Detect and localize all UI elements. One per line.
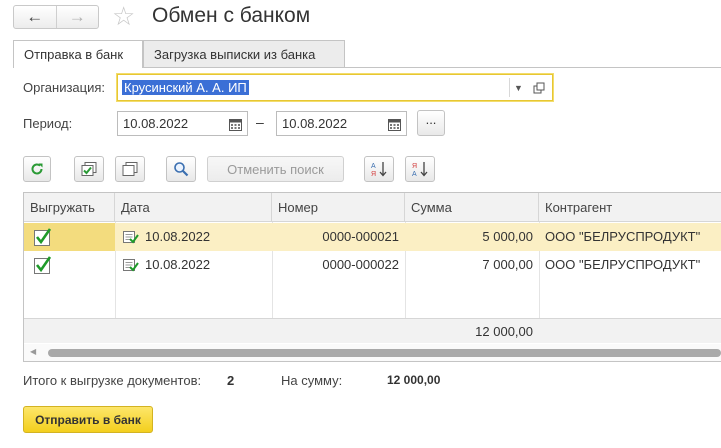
export-cell[interactable] xyxy=(24,251,115,279)
table-header: Выгружать Дата Номер Сумма Контрагент xyxy=(24,193,721,222)
check-all-icon xyxy=(81,162,97,176)
total-sum-label: На сумму: xyxy=(281,373,343,388)
date-cell: 10.08.2022 xyxy=(145,257,211,272)
scrollbar-thumb[interactable] xyxy=(48,349,721,357)
send-to-bank-button[interactable]: Отправить в банк xyxy=(23,406,153,433)
arrow-left-icon: ← xyxy=(26,7,44,26)
organization-value[interactable]: Крусинский А. А. ИП xyxy=(122,80,249,95)
calendar-icon[interactable] xyxy=(385,115,403,133)
refresh-button[interactable] xyxy=(23,156,51,182)
search-icon xyxy=(174,162,189,177)
choose-period-button[interactable]: ... xyxy=(417,110,445,136)
svg-text:Я: Я xyxy=(371,171,376,178)
calendar-icon[interactable] xyxy=(226,115,244,133)
number-cell: 0000-000021 xyxy=(322,229,399,244)
number-cell: 0000-000022 xyxy=(322,257,399,272)
column-header-counterparty[interactable]: Контрагент xyxy=(539,193,721,222)
scroll-left-icon[interactable]: ◀ xyxy=(30,347,36,356)
date-to-field[interactable]: 10.08.2022 xyxy=(276,111,407,136)
svg-text:Я: Я xyxy=(412,163,417,170)
organization-label: Организация: xyxy=(23,80,106,95)
footer-total-amount: 12 000,00 xyxy=(475,324,533,339)
page-title: Обмен с банком xyxy=(152,4,311,27)
dropdown-arrow-icon[interactable]: ▼ xyxy=(509,78,527,97)
refresh-icon xyxy=(31,163,43,175)
date-from-value: 10.08.2022 xyxy=(123,116,189,131)
document-posted-icon xyxy=(123,231,139,244)
counterparty-cell: ООО "БЕЛРУСПРОДУКТ" xyxy=(545,257,701,272)
documents-table[interactable]: Выгружать Дата Номер Сумма Контрагент 10… xyxy=(23,192,721,362)
export-cell[interactable] xyxy=(24,223,115,251)
sort-ascending-button[interactable]: А Я xyxy=(364,156,394,182)
amount-cell: 5 000,00 xyxy=(482,229,533,244)
table-footer: 12 000,00 xyxy=(24,318,721,343)
tab-load-statement[interactable]: Загрузка выписки из банка xyxy=(143,40,345,67)
total-sum-value: 12 000,00 xyxy=(387,373,441,387)
table-row[interactable]: 10.08.2022 0000-000021 5 000,00 ООО "БЕЛ… xyxy=(24,223,721,251)
date-from-field[interactable]: 10.08.2022 xyxy=(117,111,248,136)
cancel-search-button[interactable]: Отменить поиск xyxy=(207,156,344,182)
total-count-label: Итого к выгрузке документов: xyxy=(23,373,202,388)
amount-cell: 7 000,00 xyxy=(482,257,533,272)
date-range-separator: – xyxy=(256,114,264,130)
sort-ascending-icon: А Я xyxy=(371,162,387,178)
column-header-export[interactable]: Выгружать xyxy=(24,193,115,222)
date-cell: 10.08.2022 xyxy=(145,229,211,244)
organization-field[interactable]: Крусинский А. А. ИП ▼ xyxy=(117,74,553,101)
checkbox-checked-icon[interactable] xyxy=(33,255,53,275)
counterparty-cell: ООО "БЕЛРУСПРОДУКТ" xyxy=(545,229,701,244)
history-nav: ← → xyxy=(13,5,99,29)
horizontal-scrollbar[interactable]: ◀ xyxy=(24,344,721,361)
checkbox-checked-icon[interactable] xyxy=(33,227,53,247)
table-row[interactable]: 10.08.2022 0000-000022 7 000,00 ООО "БЕЛ… xyxy=(24,251,721,279)
forward-button[interactable]: → xyxy=(55,6,99,28)
period-label: Период: xyxy=(23,116,73,131)
favorite-star-icon[interactable]: ☆ xyxy=(112,1,135,31)
search-button[interactable] xyxy=(166,156,196,182)
total-count-value: 2 xyxy=(227,373,235,388)
column-header-number[interactable]: Номер xyxy=(272,193,405,222)
column-header-amount[interactable]: Сумма xyxy=(405,193,539,222)
back-button[interactable]: ← xyxy=(14,6,56,28)
deselect-all-button[interactable] xyxy=(115,156,145,182)
date-to-value: 10.08.2022 xyxy=(282,116,348,131)
sort-descending-icon: Я А xyxy=(412,162,428,178)
column-header-date[interactable]: Дата xyxy=(115,193,272,222)
arrow-right-icon: → xyxy=(68,7,86,26)
open-form-icon[interactable] xyxy=(529,78,549,97)
tab-send-to-bank[interactable]: Отправка в банк xyxy=(13,40,143,68)
uncheck-all-icon xyxy=(122,162,138,176)
document-posted-icon xyxy=(123,259,139,272)
svg-text:А: А xyxy=(412,171,417,178)
sort-descending-button[interactable]: Я А xyxy=(405,156,435,182)
select-all-button[interactable] xyxy=(74,156,104,182)
svg-text:А: А xyxy=(371,163,376,170)
